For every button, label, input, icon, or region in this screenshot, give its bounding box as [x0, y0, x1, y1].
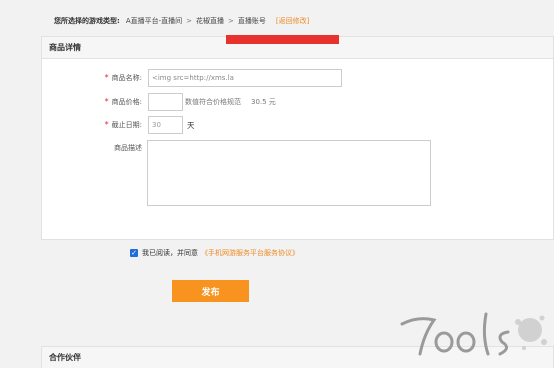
breadcrumb-item-platform: A直播平台-直播间: [125, 17, 183, 25]
required-mark: *: [104, 73, 109, 82]
deadline-input[interactable]: [148, 116, 183, 134]
breadcrumb: 您所选择的游戏类型: A直播平台-直播间 > 花椒直播 > 直播账号 [返回修改…: [54, 16, 309, 26]
product-price-label: * 商品价格:: [104, 97, 142, 106]
breadcrumb-separator: >: [186, 17, 193, 25]
price-hint-value: 30.5 元: [251, 98, 276, 106]
product-name-input[interactable]: [148, 69, 342, 87]
breadcrumb-item-app: 花椒直播: [196, 17, 225, 25]
description-label: 商品描述: [114, 144, 142, 152]
product-price-input[interactable]: [148, 93, 183, 111]
service-agreement-link[interactable]: 《手机网游服务平台服务协议》: [201, 248, 299, 258]
agreement-text: 我已阅读，并同意: [142, 249, 198, 257]
deadline-label: * 截止日期:: [104, 120, 142, 129]
agreement-checkbox[interactable]: ✓: [130, 249, 138, 257]
edit-selection-link[interactable]: [返回修改]: [276, 16, 309, 26]
redaction-bar: [226, 35, 339, 44]
product-price-row: * 商品价格: 数值符合价格规范 30.5 元: [92, 93, 276, 111]
product-details-panel: 商品详情 *商品名称: *商品价格: 数值符合价格规范30.5 元 *截止日期:…: [41, 36, 554, 240]
breadcrumb-separator: >: [228, 17, 234, 25]
deadline-unit: 天: [187, 120, 195, 130]
agreement-row: ✓ 我已阅读，并同意 《手机网游服务平台服务协议》: [130, 248, 299, 258]
watermark-logo: [400, 312, 547, 356]
product-name-label: * 商品名称:: [104, 73, 142, 82]
breadcrumb-item-type: 直播账号: [237, 17, 266, 25]
product-name-row: * 商品名称:: [92, 69, 342, 87]
required-mark: *: [104, 97, 109, 106]
required-mark: *: [104, 120, 109, 129]
deadline-row: *截止日期: 天: [92, 116, 195, 134]
breadcrumb-label: 您所选择的游戏类型:: [54, 17, 120, 25]
publish-button[interactable]: 发布: [172, 280, 249, 302]
price-hint: 数值符合价格规范 30.5 元: [185, 98, 276, 106]
description-label-row: 商品描述: [92, 143, 148, 153]
description-textarea[interactable]: [147, 140, 431, 206]
